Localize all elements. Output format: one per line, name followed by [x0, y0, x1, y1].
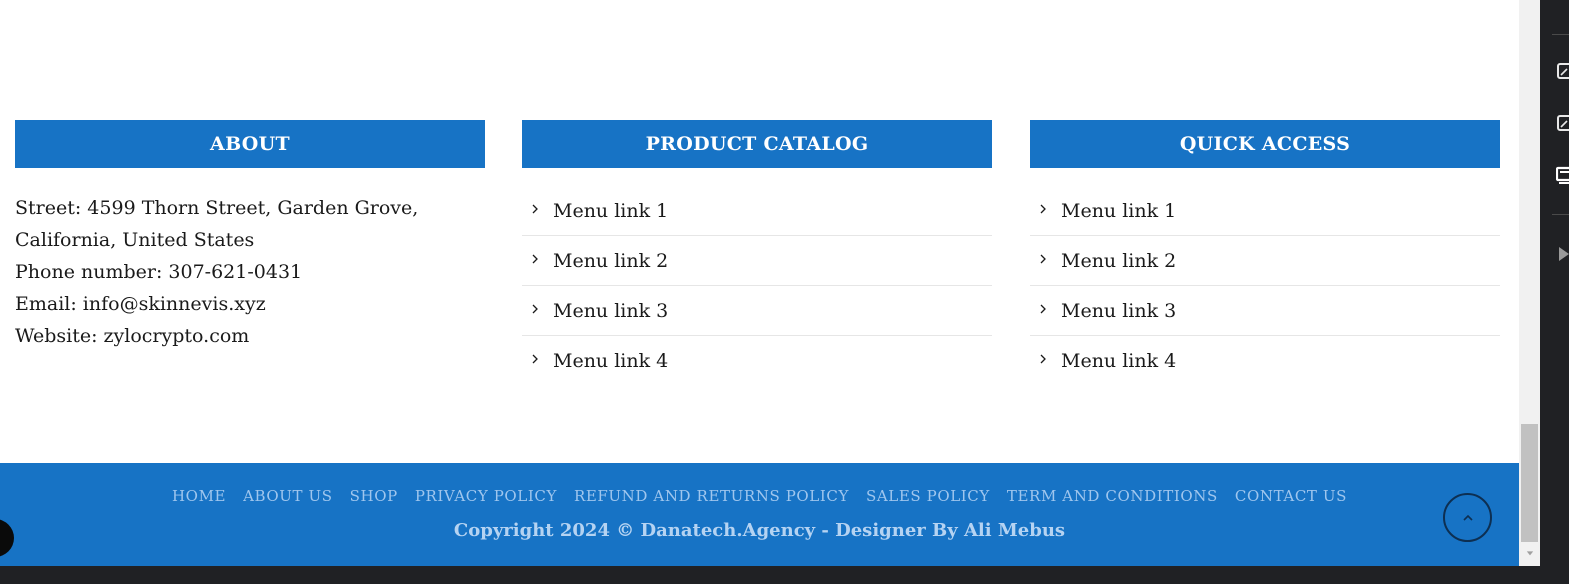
menu-link-label: Menu link 3 — [1061, 299, 1177, 322]
quick-access-column: QUICK ACCESS Menu link 1 Menu link 2 Men… — [1030, 120, 1500, 386]
product-catalog-menu: Menu link 1 Menu link 2 Menu link 3 Menu… — [522, 186, 992, 386]
catalog-menu-link-3[interactable]: Menu link 3 — [522, 286, 992, 336]
bottom-bar — [0, 566, 1540, 584]
site-footer: HOME ABOUT US SHOP PRIVACY POLICY REFUND… — [0, 463, 1519, 566]
quick-menu-link-3[interactable]: Menu link 3 — [1030, 286, 1500, 336]
catalog-menu-link-1[interactable]: Menu link 1 — [522, 186, 992, 236]
menu-link-label: Menu link 4 — [553, 350, 669, 372]
scroll-down-arrow-icon[interactable] — [1524, 548, 1535, 558]
menu-link-label: Menu link 1 — [1061, 199, 1177, 222]
footer-link-terms[interactable]: TERM AND CONDITIONS — [1007, 487, 1218, 505]
quick-access-heading: QUICK ACCESS — [1030, 120, 1500, 168]
footer-link-about-us[interactable]: ABOUT US — [243, 487, 333, 505]
footer-link-sales-policy[interactable]: SALES POLICY — [866, 487, 990, 505]
footer-link-contact-us[interactable]: CONTACT US — [1235, 487, 1347, 505]
monitor-icon[interactable] — [1555, 166, 1569, 186]
about-info: Street: 4599 Thorn Street, Garden Grove,… — [15, 192, 485, 352]
chevron-right-icon — [1036, 302, 1050, 316]
quick-menu-link-2[interactable]: Menu link 2 — [1030, 236, 1500, 286]
menu-link-label: Menu link 3 — [553, 299, 669, 322]
catalog-menu-link-4[interactable]: Menu link 4 — [522, 336, 992, 386]
about-email: Email: info@skinnevis.xyz — [15, 293, 266, 315]
window-icon[interactable] — [1556, 114, 1569, 134]
footer-nav: HOME ABOUT US SHOP PRIVACY POLICY REFUND… — [0, 487, 1519, 505]
page: ABOUT Street: 4599 Thorn Street, Garden … — [0, 0, 1519, 566]
catalog-menu-link-2[interactable]: Menu link 2 — [522, 236, 992, 286]
quick-menu-link-4[interactable]: Menu link 4 — [1030, 336, 1500, 386]
copyright-text: Copyright 2024 © Danatech.Agency - Desig… — [453, 520, 1066, 541]
quick-access-menu: Menu link 1 Menu link 2 Menu link 3 Menu… — [1030, 186, 1500, 386]
quick-menu-link-1[interactable]: Menu link 1 — [1030, 186, 1500, 236]
side-divider — [1552, 34, 1569, 35]
scroll-to-top-button[interactable] — [1443, 493, 1492, 542]
footer-link-home[interactable]: HOME — [172, 487, 226, 505]
chevron-up-icon — [1461, 511, 1475, 525]
about-phone: Phone number: 307-621-0431 — [15, 261, 303, 283]
chevron-right-icon — [528, 252, 542, 266]
chevron-right-icon — [1036, 352, 1050, 366]
scrollbar-thumb[interactable] — [1521, 424, 1538, 542]
footer-link-shop[interactable]: SHOP — [350, 487, 398, 505]
menu-link-label: Menu link 2 — [1061, 249, 1177, 272]
about-column: ABOUT Street: 4599 Thorn Street, Garden … — [15, 120, 485, 352]
side-panel — [1540, 0, 1569, 584]
product-catalog-column: PRODUCT CATALOG Menu link 1 Menu link 2 … — [522, 120, 992, 386]
window-icon[interactable] — [1556, 62, 1569, 82]
page-scrollbar[interactable] — [1519, 0, 1540, 566]
about-street-line-2: California, United States — [15, 229, 255, 251]
side-divider — [1552, 214, 1569, 215]
about-heading: ABOUT — [15, 120, 485, 168]
chevron-right-icon — [528, 302, 542, 316]
menu-link-label: Menu link 1 — [553, 199, 669, 222]
chevron-right-icon — [528, 202, 542, 216]
chevron-right-icon — [1036, 252, 1050, 266]
chevron-right-icon — [1036, 202, 1050, 216]
footer-link-privacy-policy[interactable]: PRIVACY POLICY — [415, 487, 557, 505]
menu-link-label: Menu link 4 — [1061, 350, 1177, 372]
menu-link-label: Menu link 2 — [553, 249, 669, 272]
product-catalog-heading: PRODUCT CATALOG — [522, 120, 992, 168]
chevron-right-icon — [528, 352, 542, 366]
about-website: Website: zylocrypto.com — [15, 325, 250, 347]
play-icon[interactable] — [1556, 244, 1569, 264]
footer-link-refund-returns[interactable]: REFUND AND RETURNS POLICY — [574, 487, 849, 505]
about-street-line-1: Street: 4599 Thorn Street, Garden Grove, — [15, 197, 419, 219]
